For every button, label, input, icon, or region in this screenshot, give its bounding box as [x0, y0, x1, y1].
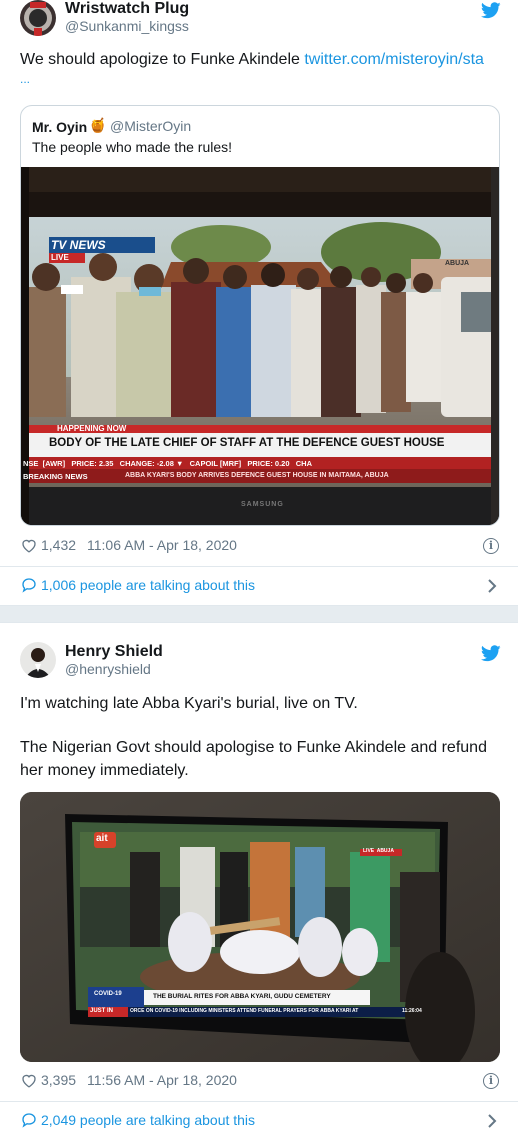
tv-breaking-label: BREAKING NEWS	[23, 472, 88, 481]
tweet-card: Henry Shield @henryshield I'm watching l…	[0, 622, 518, 1142]
honey-pot-icon: 🍯	[89, 117, 107, 133]
quoted-tweet[interactable]: Mr. Oyin 🍯 @MisterOyin The people who ma…	[20, 105, 500, 526]
tweet-timestamp[interactable]: 11:06 AM - Apr 18, 2020	[87, 537, 237, 553]
twitter-bird-icon[interactable]	[481, 645, 501, 662]
tv-live-label: LIVE	[51, 253, 69, 262]
tv-location-label: ABUJA	[445, 260, 470, 267]
tweet-text-line-2: The Nigerian Govt should apologise to Fu…	[20, 739, 487, 779]
divider	[0, 566, 518, 567]
tweet-text: We should apologize to Funke Akindele tw…	[20, 48, 500, 71]
chevron-right-icon[interactable]	[487, 1114, 497, 1128]
tv-channel-logo: TV NEWS	[51, 238, 106, 252]
heart-icon[interactable]	[21, 538, 37, 553]
quoted-tweet-photo[interactable]: TV NEWS LIVE ABUJA HAPPENING NOW BODY OF…	[21, 167, 499, 525]
divider	[0, 1101, 518, 1102]
tv-stock-ticker: NSE [AWR] PRICE: 2.35 CHANGE: -2.08 ▼ CA…	[23, 459, 312, 468]
like-count[interactable]: 1,432	[41, 537, 76, 553]
comment-bubble-icon	[22, 578, 36, 593]
author-name[interactable]: Henry Shield	[65, 643, 163, 661]
tv-news-ticker: ORCE ON COVID-19 INCLUDING MINISTERS ATT…	[130, 1008, 359, 1014]
avatar[interactable]	[20, 642, 56, 678]
tweet-text-line-1: I'm watching late Abba Kyari's burial, l…	[20, 695, 358, 712]
tweet-text-body: We should apologize to Funke Akindele	[20, 51, 305, 68]
tweet-link[interactable]: twitter.com/misteroyin/sta	[304, 51, 484, 68]
conversation-link[interactable]: 1,006 people are talking about this	[41, 577, 255, 593]
tv-screen-image	[20, 792, 500, 1062]
author-name[interactable]: Wristwatch Plug	[65, 0, 189, 18]
comment-bubble-icon	[22, 1113, 36, 1128]
tv-covid-label: COVID-19	[94, 991, 122, 997]
tv-breaking-text: ABBA KYARI'S BODY ARRIVES DEFENCE GUEST …	[125, 472, 389, 479]
author-handle[interactable]: @henryshield	[65, 661, 151, 677]
tweet-link-ellipsis: ...	[20, 72, 31, 86]
info-icon[interactable]: i	[483, 1073, 499, 1089]
conversation-link[interactable]: 2,049 people are talking about this	[41, 1112, 255, 1128]
author-handle[interactable]: @Sunkanmi_kingss	[65, 18, 189, 34]
tv-headline: BODY OF THE LATE CHIEF OF STAFF AT THE D…	[49, 437, 445, 449]
tv-live-label: LIVE ABUJA	[363, 848, 394, 854]
avatar[interactable]	[20, 0, 56, 36]
twitter-bird-icon[interactable]	[481, 2, 501, 19]
tv-brand-logo: SAMSUNG	[241, 501, 284, 508]
chevron-right-icon[interactable]	[487, 579, 497, 593]
info-icon[interactable]: i	[483, 538, 499, 554]
tv-clock: 11:26:04	[402, 1008, 422, 1014]
quoted-author-handle: @MisterOyin	[110, 118, 192, 134]
tv-caption: THE BURIAL RITES FOR ABBA KYARI, GUDU CE…	[153, 993, 331, 1000]
tv-just-in: JUST IN	[90, 1008, 114, 1014]
tv-happening-now: HAPPENING NOW	[57, 424, 127, 433]
tweet-photo[interactable]: ait LIVE ABUJA COVID-19 THE BURIAL RITES…	[20, 792, 500, 1062]
heart-icon[interactable]	[21, 1073, 37, 1088]
quoted-tweet-text: The people who made the rules!	[32, 139, 233, 155]
quoted-author-name: Mr. Oyin	[32, 119, 88, 135]
tweet-card: Wristwatch Plug @Sunkanmi_kingss We shou…	[0, 0, 518, 606]
tv-channel-logo: ait	[96, 833, 108, 844]
like-count[interactable]: 3,395	[41, 1072, 76, 1088]
tweet-timestamp[interactable]: 11:56 AM - Apr 18, 2020	[87, 1072, 237, 1088]
